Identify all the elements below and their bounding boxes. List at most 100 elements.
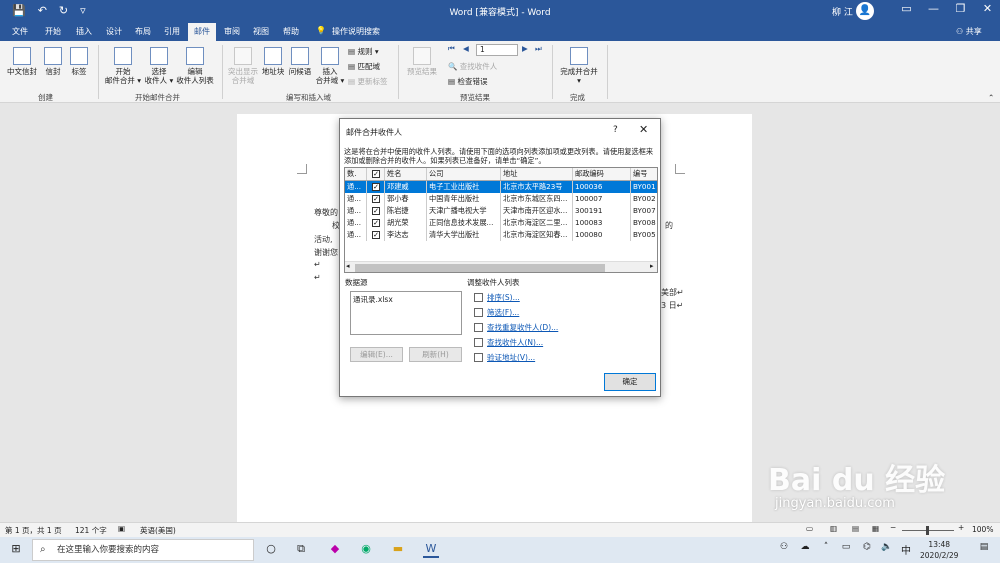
ok-button[interactable]: 确定 [604,373,656,391]
find-recipient-button[interactable]: 🔍 查找收件人 [448,61,497,72]
tab-layout[interactable]: 布局 [135,26,151,37]
datasource-list[interactable]: 通讯录.xlsx [350,291,462,335]
tab-view[interactable]: 视图 [253,26,269,37]
first-record-icon[interactable]: ⏮ [448,44,455,54]
volume-icon[interactable]: 🔈 [879,542,895,558]
validate-address-link[interactable]: 验证地址(V)... [487,352,535,363]
language[interactable]: 英语(美国) [140,525,176,536]
row-checkbox[interactable]: ✓ [372,183,380,191]
ime-indicator[interactable]: 中 [898,542,914,558]
finish-merge-button[interactable]: 完成并合并 ▾ [556,47,602,85]
find-recipient-link[interactable]: 查找收件人(N)... [487,337,543,348]
user-name[interactable]: 柳 江 [832,5,853,18]
zoom-level[interactable]: 100% [972,525,993,534]
notifications-icon[interactable]: ▤ [976,542,992,558]
record-number-input[interactable]: 1 [476,44,518,56]
tab-file[interactable]: 文件 [12,26,28,37]
column-header[interactable]: 邮政编码 [573,168,631,180]
scroll-right-icon[interactable]: ▸ [650,262,654,270]
tab-design[interactable]: 设计 [106,26,122,37]
insert-merge-field-button[interactable]: 插入 合并域 ▾ [314,47,346,85]
start-mail-merge-button[interactable]: 开始 邮件合并 ▾ [103,47,143,85]
share-button[interactable]: ⚇ 共享 [956,26,982,37]
labels-button[interactable]: 标签 [68,47,90,76]
row-checkbox[interactable]: ✓ [372,195,380,203]
web-layout-icon[interactable]: ▦ [872,524,879,533]
proofing-icon[interactable]: ▣ [118,524,125,533]
zoom-slider-thumb[interactable] [926,526,929,535]
edit-button[interactable]: 编辑(E)... [350,347,403,362]
help-button[interactable]: ? [613,125,618,135]
dialog-close-button[interactable]: ✕ [639,123,648,136]
column-header[interactable]: 公司 [427,168,501,180]
taskbar-search[interactable]: ⌕ 在这里输入你要搜索的内容 [32,539,254,561]
file-explorer-icon[interactable]: ▬ [390,542,406,558]
tab-mailings[interactable]: 邮件 [188,23,216,41]
table-row[interactable]: 通... ✓ 胡光荣 正同信息技术发展... 北京市海淀区二里... 10008… [345,217,657,229]
rules-button[interactable]: ▤ 规则 ▾ [348,46,379,57]
task-view-icon[interactable]: ⧉ [293,542,309,558]
zoom-out-button[interactable]: − [890,523,896,532]
close-button[interactable]: ✕ [974,2,1000,15]
page-count[interactable]: 第 1 页，共 1 页 [5,525,62,536]
scrollbar-thumb[interactable] [355,264,605,272]
column-header[interactable]: 姓名 [385,168,427,180]
preview-results-button[interactable]: 预览结果 [404,47,440,76]
check-errors-button[interactable]: ▤ 检查错误 [448,76,487,87]
table-row[interactable]: 通... ✓ 李达志 清华大学出版社 北京市海淀区知春... 100080 BY… [345,229,657,241]
tab-help[interactable]: 帮助 [283,26,299,37]
match-fields-button[interactable]: ▤ 匹配域 [348,61,380,72]
chinese-envelope-button[interactable]: 中文信封 [5,47,39,76]
read-mode-icon[interactable]: ▥ [830,524,837,533]
avatar[interactable]: 👤 [856,2,874,20]
column-header-checkbox[interactable]: ✓ [367,168,385,180]
tab-insert[interactable]: 插入 [76,26,92,37]
refresh-button[interactable]: 刷新(H) [409,347,462,362]
row-checkbox[interactable]: ✓ [372,231,380,239]
select-all-checkbox[interactable]: ✓ [372,170,380,178]
column-header[interactable]: 数. [345,168,367,180]
windows-start-icon[interactable]: ⊞ [8,542,24,558]
print-layout-icon[interactable]: ▤ [852,524,859,533]
filter-link[interactable]: 筛选(F)... [487,307,519,318]
next-record-icon[interactable]: ▶ [522,44,528,53]
column-header[interactable]: 地址 [501,168,573,180]
edit-recipient-list-button[interactable]: 编辑 收件人列表 [174,47,216,85]
previous-record-icon[interactable]: ◀ [463,44,469,53]
update-labels-button[interactable]: ▤ 更新标签 [348,76,387,87]
table-row[interactable]: 通... ✓ 邓建威 电子工业出版社 北京市太平路23号 100036 BY00… [345,181,657,193]
tell-me-search[interactable]: 操作说明搜索 [332,26,380,37]
table-row[interactable]: 通... ✓ 陈岩捷 天津广播电视大学 天津市南开区迎水... 300191 B… [345,205,657,217]
address-block-button[interactable]: 地址块 [260,47,286,76]
system-clock[interactable]: 13:48 2020/2/29 [920,539,958,561]
datasource-item[interactable]: 通讯录.xlsx [353,295,393,304]
tab-references[interactable]: 引用 [164,26,180,37]
chevron-up-icon[interactable]: ˄ [818,542,834,558]
highlight-merge-fields-button[interactable]: 突出显示 合并域 [226,47,260,85]
column-header[interactable]: 编号 [631,168,657,180]
select-recipients-button[interactable]: 选择 收件人 ▾ [142,47,176,85]
word-count[interactable]: 121 个字 [75,525,107,536]
envelopes-button[interactable]: 信封 [41,47,65,76]
sort-link[interactable]: 排序(S)... [487,292,520,303]
focus-icon[interactable]: ▭ [806,524,813,533]
last-record-icon[interactable]: ⏭ [535,44,542,54]
people-icon[interactable]: ⚇ [776,542,792,558]
tab-review[interactable]: 审阅 [224,26,240,37]
horizontal-scrollbar[interactable]: ◂ ▸ [345,261,657,272]
minimize-button[interactable]: — [920,2,947,15]
ribbon-display-icon[interactable]: ▭ [893,2,920,15]
battery-icon[interactable]: ▭ [838,542,854,558]
task-view-circle-icon[interactable]: ○ [263,542,279,558]
zoom-in-button[interactable]: + [958,523,964,532]
scroll-left-icon[interactable]: ◂ [346,262,350,270]
browser-icon[interactable]: ◉ [358,542,374,558]
greeting-line-button[interactable]: 问候语 [287,47,313,76]
row-checkbox[interactable]: ✓ [372,207,380,215]
app-icon-paint[interactable]: ◆ [327,542,343,558]
restore-button[interactable]: ❐ [947,2,974,15]
row-checkbox[interactable]: ✓ [372,219,380,227]
tab-home[interactable]: 开始 [45,26,61,37]
network-icon[interactable]: ⌬ [859,542,875,558]
table-row[interactable]: 通... ✓ 郭小春 中国青年出版社 北京市东城区东四... 100007 BY… [345,193,657,205]
